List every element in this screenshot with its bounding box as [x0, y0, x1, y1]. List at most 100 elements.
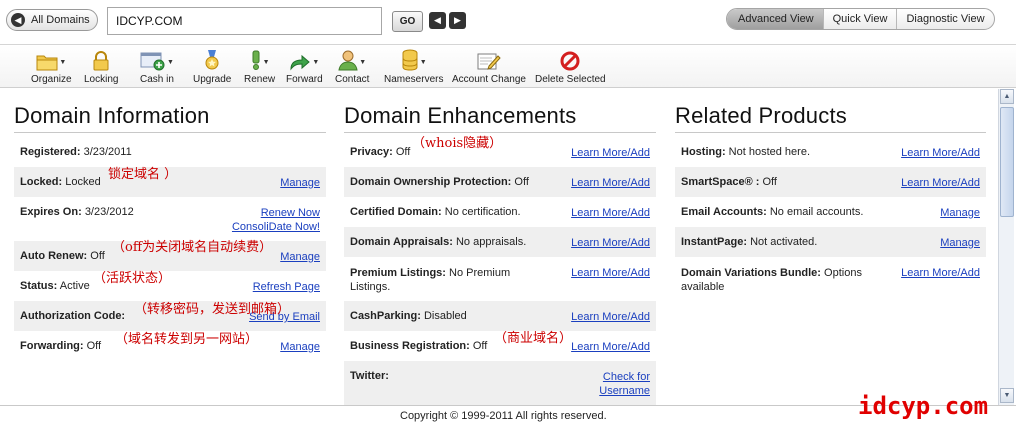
row-value: Off: [472, 340, 488, 352]
medal-icon: [205, 50, 219, 70]
row-value: Off: [86, 340, 102, 352]
scroll-up-button[interactable]: ▲: [1000, 89, 1014, 104]
cash-in-button[interactable]: ▼ Cash in: [140, 49, 174, 85]
rel-row-hosting: Hosting: Not hosted here. Learn More/Add: [675, 137, 986, 167]
toolbar-label: Contact: [335, 74, 370, 85]
rel-row-email-accounts: Email Accounts: No email accounts. Manag…: [675, 197, 986, 227]
variations-learn-more-link[interactable]: Learn More/Add: [901, 266, 980, 280]
row-value-continued: Listings.: [350, 281, 391, 293]
all-domains-label: All Domains: [31, 14, 90, 26]
ownership-learn-more-link[interactable]: Learn More/Add: [571, 176, 650, 190]
upgrade-button[interactable]: Upgrade: [193, 49, 231, 85]
delete-selected-button[interactable]: Delete Selected: [535, 49, 606, 85]
watermark: idcyp.com: [858, 392, 989, 420]
toolbar-label: Nameservers: [384, 74, 444, 85]
row-label: Forwarding:: [20, 340, 84, 352]
certified-learn-more-link[interactable]: Learn More/Add: [571, 206, 650, 220]
related-products-panel: Related Products Hosting: Not hosted her…: [675, 103, 986, 301]
contact-person-icon: [338, 50, 358, 71]
renew-now-link[interactable]: Renew Now: [261, 206, 320, 220]
row-label: Locked:: [20, 176, 63, 188]
organize-button[interactable]: ▼ Organize: [31, 49, 72, 85]
account-change-button[interactable]: Account Change: [452, 49, 526, 85]
row-value: Not hosted here.: [728, 146, 811, 158]
consolidate-now-link[interactable]: ConsoliDate Now!: [232, 220, 320, 234]
tab-quick-view[interactable]: Quick View: [822, 9, 897, 29]
manage-auto-renew-link[interactable]: Manage: [280, 250, 320, 264]
folder-icon: [36, 55, 58, 71]
toolbar-label: Forward: [286, 74, 323, 85]
main-content: Domain Information Registered: 3/23/2011…: [0, 89, 998, 405]
row-label: Domain Appraisals:: [350, 236, 453, 248]
dropdown-caret-icon: ▼: [312, 59, 320, 66]
toolbar-label: Cash in: [140, 74, 174, 85]
row-value: Not activated.: [750, 236, 818, 248]
row-value: 3/23/2012: [84, 206, 134, 218]
dropdown-caret-icon: ▼: [167, 59, 174, 66]
dropdown-caret-icon: ▼: [419, 59, 427, 66]
dropdown-caret-icon: ▼: [262, 59, 270, 66]
refresh-page-link[interactable]: Refresh Page: [253, 280, 320, 294]
toolbar-label: Account Change: [452, 74, 526, 85]
panel-title: Domain Information: [14, 103, 326, 133]
enh-row-twitter: Twitter: Check for Username: [344, 361, 656, 405]
lock-icon: [93, 51, 109, 71]
renew-button[interactable]: ▼ Renew: [244, 49, 275, 85]
previous-domain-button[interactable]: ◀: [429, 12, 446, 29]
cashparking-learn-more-link[interactable]: Learn More/Add: [571, 310, 650, 324]
enh-row-certified-domain: Certified Domain: No certification. Lear…: [344, 197, 656, 227]
annotation-privacy: （whois隐藏）: [412, 136, 503, 151]
hosting-learn-more-link[interactable]: Learn More/Add: [901, 146, 980, 160]
rel-row-smartspace: SmartSpace® : Off Learn More/Add: [675, 167, 986, 197]
premium-learn-more-link[interactable]: Learn More/Add: [571, 266, 650, 280]
forward-button[interactable]: ▼ Forward: [286, 49, 323, 85]
all-domains-button[interactable]: ◀ All Domains: [6, 9, 98, 31]
contact-button[interactable]: ▼ Contact: [335, 49, 369, 85]
smartspace-learn-more-link[interactable]: Learn More/Add: [901, 176, 980, 190]
row-value: Options: [824, 267, 862, 279]
info-row-expires: Expires On: 3/23/2012 Renew Now ConsoliD…: [14, 197, 326, 241]
appraisals-learn-more-link[interactable]: Learn More/Add: [571, 236, 650, 250]
row-value: No certification.: [444, 206, 521, 218]
scrollbar-thumb[interactable]: [1000, 107, 1014, 217]
check-for-username-link[interactable]: Check for: [603, 370, 650, 384]
go-button[interactable]: GO: [392, 11, 423, 32]
dropdown-caret-icon: ▼: [359, 59, 367, 66]
check-for-username-link-line2[interactable]: Username: [599, 384, 650, 398]
toolbar: ▼ Organize Locking ▼ Cash in Upgrade ▼ R…: [0, 44, 1016, 88]
privacy-learn-more-link[interactable]: Learn More/Add: [571, 146, 650, 160]
nameservers-button[interactable]: ▼ Nameservers: [384, 49, 443, 85]
scroll-down-button[interactable]: ▼: [1000, 388, 1014, 403]
manage-forwarding-link[interactable]: Manage: [280, 340, 320, 354]
back-arrow-icon: ◀: [11, 13, 25, 27]
instantpage-manage-link[interactable]: Manage: [940, 236, 980, 250]
tab-advanced-view[interactable]: Advanced View: [727, 9, 823, 29]
renew-icon: [252, 50, 260, 70]
vertical-scrollbar[interactable]: ▲ ▼: [998, 89, 1014, 405]
row-value: Active: [59, 280, 90, 292]
panel-title: Domain Enhancements: [344, 103, 656, 133]
row-label: Premium Listings:: [350, 267, 446, 279]
business-learn-more-link[interactable]: Learn More/Add: [571, 340, 650, 354]
row-label: Domain Ownership Protection:: [350, 176, 512, 188]
manage-lock-link[interactable]: Manage: [280, 176, 320, 190]
tab-diagnostic-view[interactable]: Diagnostic View: [896, 9, 993, 29]
toolbar-label: Organize: [31, 74, 72, 85]
row-label: InstantPage:: [681, 236, 748, 248]
row-label: Expires On:: [20, 206, 82, 218]
row-value: Locked: [65, 176, 101, 188]
row-label: CashParking:: [350, 310, 421, 322]
row-value: 3/23/2011: [83, 146, 132, 158]
dropdown-caret-icon: ▼: [59, 59, 67, 66]
row-value: No appraisals.: [455, 236, 527, 248]
locking-button[interactable]: Locking: [84, 49, 118, 85]
domain-search-input[interactable]: [107, 7, 382, 35]
enh-row-ownership-protection: Domain Ownership Protection: Off Learn M…: [344, 167, 656, 197]
row-label: Twitter:: [350, 370, 389, 382]
annotation-status: （活跃状态）: [93, 271, 172, 286]
row-label: Authorization Code:: [20, 310, 126, 322]
no-entry-icon: [560, 51, 580, 71]
edit-pencil-icon: [477, 53, 501, 70]
email-manage-link[interactable]: Manage: [940, 206, 980, 220]
next-domain-button[interactable]: ▶: [449, 12, 466, 29]
